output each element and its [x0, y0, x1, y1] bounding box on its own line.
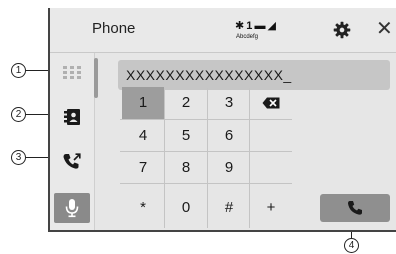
key-1[interactable]: 1	[122, 87, 164, 119]
phone-icon	[348, 201, 362, 215]
sidebar-item-dialpad[interactable]	[54, 57, 90, 91]
backspace-button[interactable]	[250, 87, 292, 119]
callout-1: 1	[11, 63, 26, 78]
device-name: Abcdefg	[236, 34, 259, 40]
key-3[interactable]: 3	[208, 87, 250, 119]
status-area: ✱ 1 ▬ ◢ Abcdefg	[235, 19, 277, 45]
key-0[interactable]: 0	[165, 192, 207, 224]
key-6[interactable]: 6	[208, 120, 250, 152]
key-9[interactable]: 9	[208, 152, 250, 184]
phonebook-icon	[64, 109, 80, 125]
backspace-icon	[262, 97, 280, 109]
call-button[interactable]	[320, 194, 390, 222]
callout-3: 3	[11, 150, 26, 165]
key-4[interactable]: 4	[122, 120, 164, 152]
key-8[interactable]: 8	[165, 152, 207, 184]
page-title: Phone	[92, 20, 136, 37]
call-history-icon	[63, 153, 81, 169]
microphone-icon	[65, 199, 79, 218]
phone-screen: Phone ✱ 1 ▬ ◢ Abcdefg ✕ XXXXXXXXXXXXXXXX…	[48, 8, 396, 232]
key-2[interactable]: 2	[165, 87, 207, 119]
callout-4: 4	[344, 238, 359, 253]
dialpad-icon	[63, 66, 81, 79]
key-5[interactable]: 5	[165, 120, 207, 152]
sidebar-item-call-history[interactable]	[54, 145, 90, 179]
header-bar: Phone ✱ 1 ▬ ◢ Abcdefg ✕	[50, 8, 396, 53]
key-hash[interactable]: #	[208, 192, 250, 224]
status-icons: ✱ 1 ▬ ◢	[235, 20, 276, 32]
sidebar-item-phonebook[interactable]	[54, 101, 90, 135]
callout-2: 2	[11, 107, 26, 122]
sidebar-scrollbar[interactable]	[94, 58, 98, 98]
close-icon[interactable]: ✕	[376, 19, 393, 39]
sidebar	[50, 53, 95, 230]
dialed-number: XXXXXXXXXXXXXXXX_	[126, 67, 292, 83]
key-7[interactable]: 7	[122, 152, 164, 184]
number-display: XXXXXXXXXXXXXXXX_	[118, 60, 390, 90]
key-star[interactable]: *	[122, 192, 164, 224]
gear-icon[interactable]	[333, 21, 351, 39]
voice-recognition-button[interactable]	[54, 193, 90, 223]
key-plus[interactable]: +	[250, 192, 292, 224]
